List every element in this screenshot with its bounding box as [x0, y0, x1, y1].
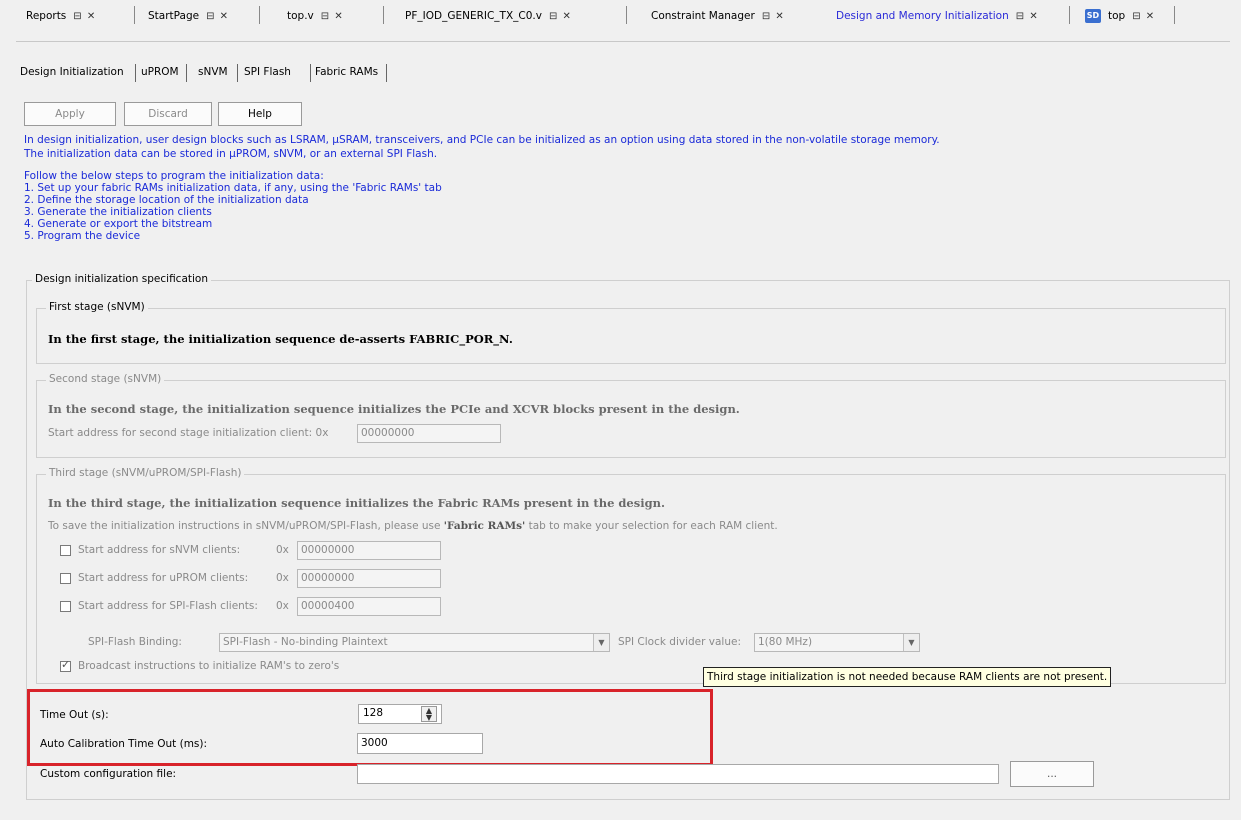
browse-button[interactable]: ...: [1010, 761, 1094, 787]
tab-separator: [135, 64, 136, 82]
tab-separator: [1174, 6, 1175, 24]
second-stage-group: [36, 380, 1226, 458]
tab-spi-flash[interactable]: SPI Flash: [244, 66, 291, 78]
hex-prefix: 0x: [276, 544, 289, 556]
tab-float-close-icon[interactable]: ⊟ ✕: [762, 11, 785, 22]
discard-button[interactable]: Discard: [124, 102, 212, 126]
tab-reports[interactable]: Reports ⊟ ✕: [26, 6, 96, 26]
chevron-down-icon[interactable]: ▼: [903, 634, 919, 651]
tab-label: Design and Memory Initialization: [836, 10, 1009, 22]
help-button[interactable]: Help: [218, 102, 302, 126]
snvm-clients-label: Start address for sNVM clients:: [78, 544, 241, 556]
tab-uprom[interactable]: uPROM: [141, 66, 179, 78]
spi-flash-clients-label: Start address for SPI-Flash clients:: [78, 600, 258, 612]
first-stage-legend: First stage (sNVM): [46, 301, 148, 313]
snvm-address-field[interactable]: 00000000: [297, 541, 441, 560]
tab-separator: [626, 6, 627, 24]
step-item: 2. Define the storage location of the in…: [24, 194, 309, 206]
note-fabric-rams: 'Fabric RAMs': [443, 520, 526, 532]
tab-top-v[interactable]: top.v ⊟ ✕: [287, 6, 344, 26]
tab-separator: [386, 64, 387, 82]
spi-flash-clients-checkbox[interactable]: [60, 601, 71, 612]
tab-label: StartPage: [148, 10, 200, 22]
highlight-box: [27, 689, 713, 766]
custom-config-field[interactable]: [357, 764, 999, 784]
uprom-clients-label: Start address for uPROM clients:: [78, 572, 249, 584]
tab-snvm[interactable]: sNVM: [198, 66, 228, 78]
tab-separator: [310, 64, 311, 82]
tab-fabric-rams[interactable]: Fabric RAMs: [315, 66, 378, 78]
tab-constraint-manager[interactable]: Constraint Manager ⊟ ✕: [651, 6, 785, 26]
second-stage-address-label: Start address for second stage initializ…: [48, 427, 329, 439]
clock-value: 1(80 MHz): [758, 636, 813, 648]
broadcast-checkbox[interactable]: [60, 658, 71, 672]
tab-float-close-icon[interactable]: ⊟ ✕: [1132, 11, 1155, 22]
uprom-clients-checkbox[interactable]: [60, 573, 71, 584]
tab-label: top.v: [287, 10, 314, 22]
hex-prefix: 0x: [276, 600, 289, 612]
tab-separator: [134, 6, 135, 24]
spi-flash-binding-select[interactable]: SPI-Flash - No-binding Plaintext ▼: [219, 633, 610, 652]
binding-value: SPI-Flash - No-binding Plaintext: [223, 636, 388, 648]
step-item: 5. Program the device: [24, 230, 141, 242]
tab-float-close-icon[interactable]: ⊟ ✕: [1016, 11, 1039, 22]
third-stage-description: In the third stage, the initialization s…: [48, 496, 665, 510]
tab-float-close-icon[interactable]: ⊟ ✕: [549, 11, 572, 22]
hex-prefix: 0x: [276, 572, 289, 584]
step-item: 4. Generate or export the bitstream: [24, 218, 213, 230]
spi-flash-address-field[interactable]: 00000400: [297, 597, 441, 616]
tab-design-initialization[interactable]: Design Initialization: [20, 66, 124, 78]
note-text: To save the initialization instructions …: [48, 520, 444, 532]
third-stage-note: To save the initialization instructions …: [48, 520, 778, 532]
tab-separator: [186, 64, 187, 82]
tab-label: PF_IOD_GENERIC_TX_C0.v: [405, 10, 542, 22]
third-stage-legend: Third stage (sNVM/uPROM/SPI-Flash): [46, 467, 245, 479]
second-stage-address-field[interactable]: 00000000: [357, 424, 501, 443]
note-text: tab to make your selection for each RAM …: [525, 520, 778, 532]
tab-startpage[interactable]: StartPage ⊟ ✕: [148, 6, 229, 26]
tab-top-sd[interactable]: SD top ⊟ ✕: [1085, 6, 1155, 26]
spi-clock-divider-label: SPI Clock divider value:: [618, 636, 742, 648]
chevron-down-icon[interactable]: ▼: [593, 634, 609, 651]
steps-intro: Follow the below steps to program the in…: [24, 170, 324, 182]
step-item: 1. Set up your fabric RAMs initializatio…: [24, 182, 442, 194]
tab-separator: [1069, 6, 1070, 24]
spi-clock-divider-select[interactable]: 1(80 MHz) ▼: [754, 633, 920, 652]
tab-label: Reports: [26, 10, 67, 22]
step-item: 3. Generate the initialization clients: [24, 206, 212, 218]
tooltip: Third stage initialization is not needed…: [703, 667, 1112, 687]
tab-float-close-icon[interactable]: ⊟ ✕: [73, 11, 96, 22]
info-line-2: The initialization data can be stored in…: [24, 148, 438, 160]
tab-label: top: [1108, 10, 1126, 22]
tab-float-close-icon[interactable]: ⊟ ✕: [206, 11, 229, 22]
apply-button[interactable]: Apply: [24, 102, 116, 126]
tab-separator: [383, 6, 384, 24]
tab-design-memory-init[interactable]: Design and Memory Initialization ⊟ ✕: [836, 6, 1039, 26]
second-stage-description: In the second stage, the initialization …: [48, 402, 740, 416]
first-stage-description: In the first stage, the initialization s…: [48, 332, 513, 346]
custom-config-label: Custom configuration file:: [40, 768, 177, 780]
smartdesign-icon: SD: [1085, 9, 1101, 23]
spi-flash-binding-label: SPI-Flash Binding:: [88, 636, 182, 648]
tab-pf-iod-generic[interactable]: PF_IOD_GENERIC_TX_C0.v ⊟ ✕: [405, 6, 572, 26]
tab-separator: [259, 6, 260, 24]
tab-float-close-icon[interactable]: ⊟ ✕: [321, 11, 344, 22]
tab-label: Constraint Manager: [651, 10, 755, 22]
info-line-1: In design initialization, user design bl…: [24, 134, 940, 146]
spec-group-title: Design initialization specification: [32, 273, 211, 285]
tab-separator: [237, 64, 238, 82]
broadcast-label: Broadcast instructions to initialize RAM…: [78, 660, 340, 672]
snvm-clients-checkbox[interactable]: [60, 545, 71, 556]
uprom-address-field[interactable]: 00000000: [297, 569, 441, 588]
second-stage-legend: Second stage (sNVM): [46, 373, 165, 385]
